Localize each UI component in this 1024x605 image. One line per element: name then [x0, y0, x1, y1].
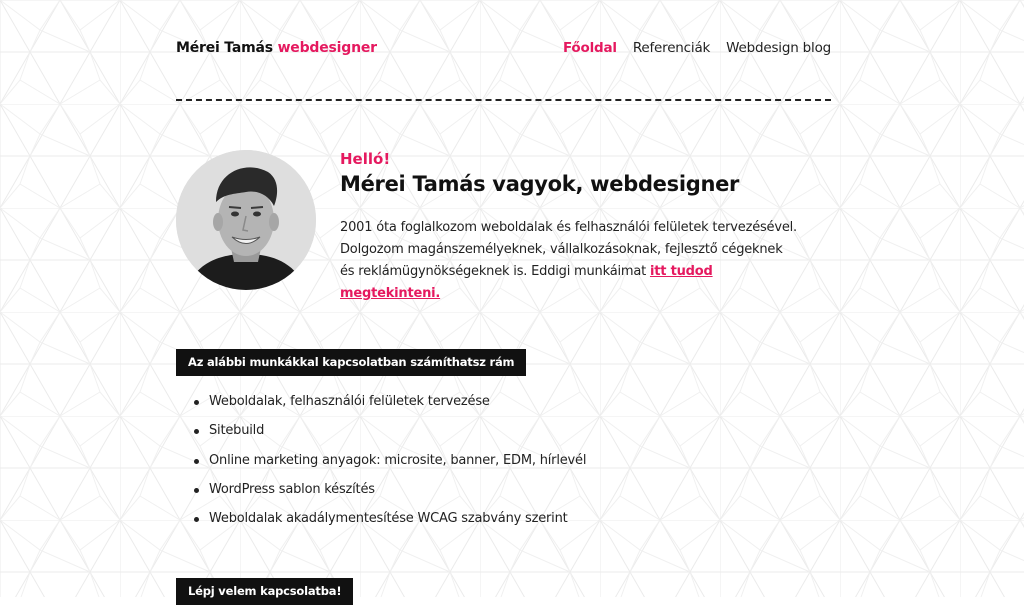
- nav-item-references[interactable]: Referenciák: [633, 40, 711, 56]
- services-list: Weboldalak, felhasználói felületek terve…: [176, 387, 586, 533]
- portrait-image: [176, 150, 316, 290]
- greeting: Helló!: [340, 150, 391, 168]
- services-heading: Az alábbi munkákkal kapcsolatban számíth…: [176, 349, 527, 376]
- intro-description: 2001 óta foglalkozom weboldalak és felha…: [340, 220, 797, 279]
- list-item: Online marketing anyagok: microsite, ban…: [193, 446, 586, 475]
- logo-name: Mérei Tamás: [176, 40, 273, 56]
- logo-role: webdesigner: [277, 40, 377, 56]
- header-divider: [176, 99, 831, 101]
- main-nav: Főoldal Referenciák Webdesign blog: [563, 40, 831, 56]
- nav-item-home[interactable]: Főoldal: [563, 40, 617, 56]
- page-title: Mérei Tamás vagyok, webdesigner: [340, 172, 740, 196]
- list-item: WordPress sablon készítés: [193, 475, 586, 504]
- contact-heading: Lépj velem kapcsolatba!: [176, 578, 354, 605]
- site-logo[interactable]: Mérei Tamás webdesigner: [176, 40, 377, 56]
- list-item: Weboldalak akadálymentesítése WCAG szabv…: [193, 504, 586, 533]
- avatar: [176, 150, 316, 290]
- intro-block: Helló! Mérei Tamás vagyok, webdesigner 2…: [340, 150, 800, 305]
- intro-text: 2001 óta foglalkozom weboldalak és felha…: [340, 217, 800, 305]
- list-item: Sitebuild: [193, 416, 586, 445]
- nav-item-blog[interactable]: Webdesign blog: [726, 40, 831, 56]
- site-header: Mérei Tamás webdesigner Főoldal Referenc…: [176, 40, 831, 60]
- list-item: Weboldalak, felhasználói felületek terve…: [193, 387, 586, 416]
